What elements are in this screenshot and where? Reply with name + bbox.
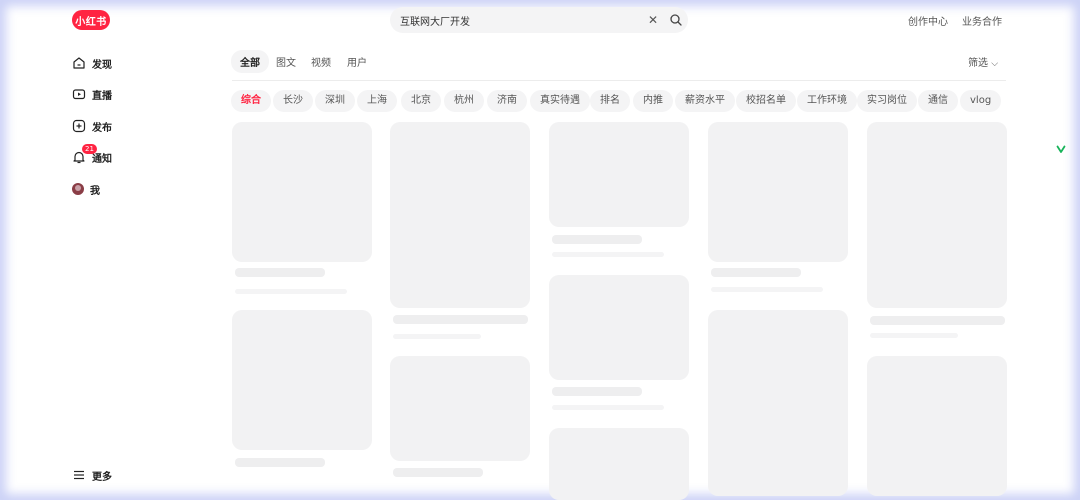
avatar (72, 183, 84, 195)
chip-work-environment[interactable]: 工作环境 (797, 90, 857, 112)
chevron-down-icon: ⌵ (991, 59, 999, 69)
sidebar-item-label: 发布 (92, 122, 112, 134)
sidebar-item-notifications[interactable]: 21 通知 (72, 144, 112, 166)
chip-salary[interactable]: 薪资水平 (675, 90, 735, 112)
home-icon (73, 57, 85, 69)
sidebar-item-publish[interactable]: 发布 (72, 117, 112, 135)
live-icon (72, 89, 86, 100)
chip-beijing[interactable]: 北京 (401, 90, 441, 112)
filter-button[interactable]: 筛选 ⌵ (968, 54, 998, 69)
search-bar[interactable]: 互联网大厂开发 ✕ (390, 7, 688, 33)
feed-card-placeholder (232, 310, 372, 450)
sidebar-item-live[interactable]: 直播 (72, 85, 112, 103)
creator-center-link[interactable]: 创作中心 (908, 13, 948, 28)
feed-card-placeholder (549, 428, 689, 500)
sidebar-item-label: 发现 (92, 59, 112, 71)
chip-telecom[interactable]: 通信 (918, 90, 958, 112)
notification-badge: 21 (82, 144, 97, 154)
search-input[interactable]: 互联网大厂开发 (400, 13, 470, 28)
chip-real-benefits[interactable]: 真实待遇 (530, 90, 590, 112)
meta-placeholder (552, 405, 664, 410)
chip-campus-list[interactable]: 校招名单 (736, 90, 796, 112)
feed-card-placeholder (549, 275, 689, 380)
title-placeholder (870, 316, 1005, 325)
meta-placeholder (552, 252, 664, 257)
logo[interactable]: 小红书 (72, 10, 110, 30)
feed-card-placeholder (549, 122, 689, 227)
sidebar-item-discover[interactable]: 发现 (72, 54, 112, 72)
menu-icon (74, 470, 84, 480)
chip-vlog[interactable]: vlog (960, 90, 1002, 112)
feedback-icon[interactable] (1056, 144, 1066, 154)
sidebar-item-label: 我 (90, 185, 100, 197)
feed-card-placeholder (708, 310, 848, 496)
filter-label: 筛选 (968, 58, 988, 69)
feed-card-placeholder (232, 122, 372, 262)
sidebar-item-more[interactable]: 更多 (72, 466, 112, 484)
chip-internship[interactable]: 实习岗位 (857, 90, 917, 112)
meta-placeholder (393, 334, 481, 339)
tab-users[interactable]: 用户 (347, 54, 367, 69)
bell-icon-wrap: 21 (72, 144, 97, 164)
sidebar-item-label: 更多 (92, 471, 112, 483)
chip-shanghai[interactable]: 上海 (357, 90, 397, 112)
chip-shenzhen[interactable]: 深圳 (315, 90, 355, 112)
feed-card-placeholder (708, 122, 848, 262)
title-placeholder (235, 458, 325, 467)
sidebar-item-label: 直播 (92, 90, 112, 102)
title-placeholder (235, 268, 325, 277)
plus-icon (72, 119, 86, 133)
title-placeholder (393, 468, 483, 477)
clear-icon[interactable]: ✕ (646, 10, 660, 30)
business-link[interactable]: 业务合作 (962, 13, 1002, 28)
meta-placeholder (235, 289, 347, 294)
tab-notes[interactable]: 图文 (276, 54, 296, 69)
title-placeholder (552, 235, 642, 244)
divider (232, 80, 1006, 81)
chip-comprehensive[interactable]: 综合 (231, 90, 271, 112)
meta-placeholder (711, 287, 823, 292)
app-window: 小红书 互联网大厂开发 ✕ 创作中心 业务合作 发现 直播 发布 21 通知 我… (0, 0, 1080, 500)
title-placeholder (393, 315, 528, 324)
chip-changsha[interactable]: 长沙 (273, 90, 313, 112)
title-placeholder (552, 387, 642, 396)
tab-all[interactable]: 全部 (231, 50, 269, 73)
tab-videos[interactable]: 视频 (311, 54, 331, 69)
chip-referral[interactable]: 内推 (633, 90, 673, 112)
chip-hangzhou[interactable]: 杭州 (444, 90, 484, 112)
sidebar-item-me[interactable]: 我 (72, 180, 100, 198)
feed-card-placeholder (390, 122, 530, 308)
feed-card-placeholder (867, 122, 1007, 308)
feed-card-placeholder (867, 356, 1007, 496)
title-placeholder (711, 268, 801, 277)
meta-placeholder (870, 333, 958, 338)
chip-jinan[interactable]: 济南 (487, 90, 527, 112)
chip-ranking[interactable]: 排名 (590, 90, 630, 112)
search-icon[interactable] (669, 13, 683, 27)
feed-card-placeholder (390, 356, 530, 461)
